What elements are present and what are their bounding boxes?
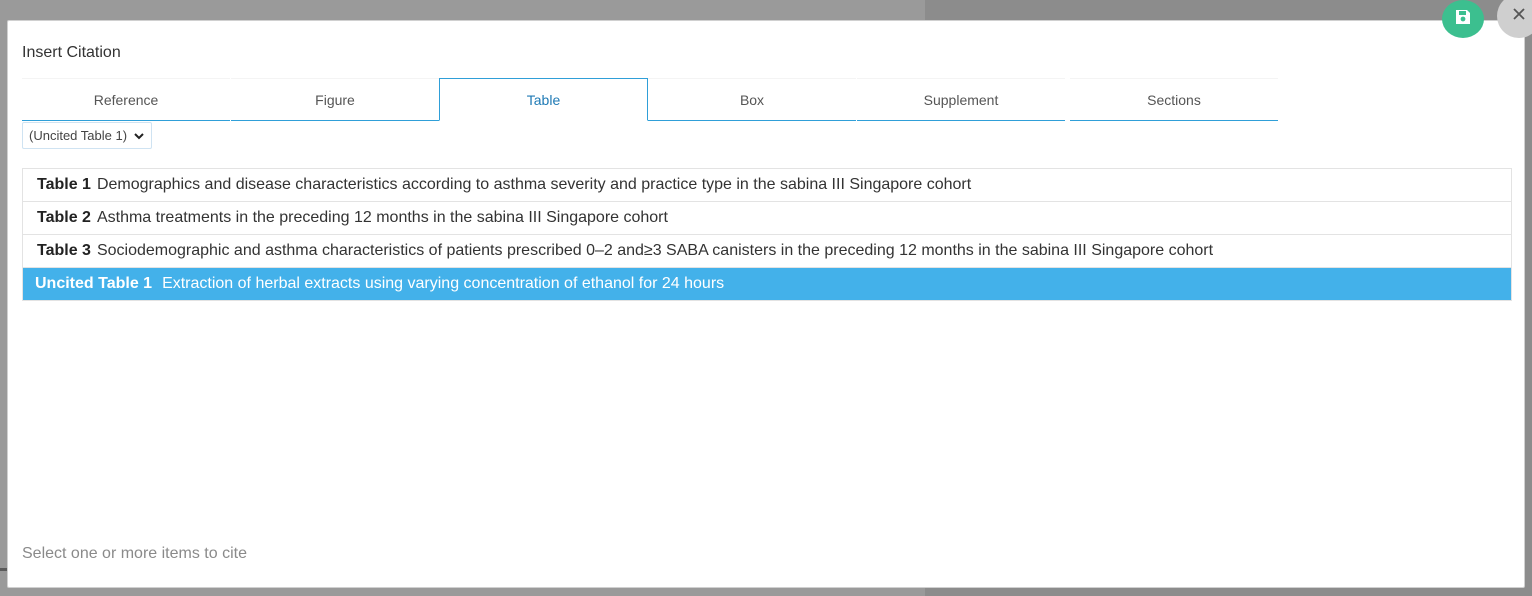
dialog-title: Insert Citation: [22, 44, 121, 61]
item-label: Table 2: [37, 209, 91, 226]
item-caption: Demographics and disease characteristics…: [96, 176, 972, 193]
insert-citation-dialog: Insert Citation Reference Figure Table B…: [7, 20, 1525, 588]
item-caption: Asthma treatments in the preceding 12 mo…: [96, 209, 668, 226]
tab-reference[interactable]: Reference: [22, 78, 230, 121]
item-caption: Sociodemographic and asthma characterist…: [96, 242, 1214, 259]
save-button[interactable]: [1442, 0, 1484, 38]
tab-figure[interactable]: Figure: [231, 78, 439, 121]
table-filter-select[interactable]: (Uncited Table 1): [22, 122, 153, 149]
list-item[interactable]: Table 1 Demographics and disease charact…: [23, 169, 1511, 202]
tab-sections[interactable]: Sections: [1070, 78, 1278, 121]
selection-hint: Select one or more items to cite: [22, 545, 247, 562]
chevron-down-icon: [133, 130, 145, 142]
citation-item-list: Table 1 Demographics and disease charact…: [22, 168, 1512, 301]
item-label: Uncited Table 1: [35, 275, 153, 292]
list-item-selected[interactable]: Uncited Table 1 Extraction of herbal ext…: [23, 268, 1511, 300]
citation-type-tabs: Reference Figure Table Box Supplement Se…: [22, 78, 1279, 121]
close-icon: [1511, 6, 1527, 27]
tab-table[interactable]: Table: [439, 78, 648, 121]
item-label: Table 1: [37, 176, 91, 193]
list-item[interactable]: Table 2 Asthma treatments in the precedi…: [23, 202, 1511, 235]
table-filter-value: (Uncited Table 1): [29, 128, 128, 143]
list-item[interactable]: Table 3 Sociodemographic and asthma char…: [23, 235, 1511, 268]
item-label: Table 3: [37, 242, 91, 259]
floppy-disk-icon: [1454, 8, 1472, 31]
tab-supplement[interactable]: Supplement: [857, 78, 1065, 121]
tab-box[interactable]: Box: [648, 78, 856, 121]
item-caption: Extraction of herbal extracts using vary…: [162, 275, 725, 292]
